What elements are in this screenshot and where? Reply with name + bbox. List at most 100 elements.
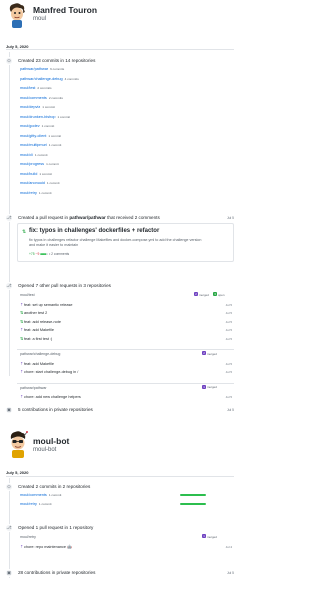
commit-repo-row: moul/progress 1 commit [20,162,59,166]
repo-link[interactable]: moul/multipmuri [20,143,47,147]
pr-list-item[interactable]: ⇅another test 2 [20,310,47,315]
opened-event-title[interactable]: Opened 1 pull request in 1 repository [18,525,93,530]
profile-header: moul-bot moul-bot [0,430,240,460]
profile-name: moul-bot [33,436,70,446]
private-event-title: 5 contributions in private repositories [18,407,93,412]
merged-label: merged [199,292,209,297]
repo-link[interactable]: moul/cli [20,153,33,157]
pr-stats: +75 −9 ■■■■■ • 2 comments [29,252,69,256]
avatar[interactable] [6,430,30,458]
profile-login: moul-bot [33,447,57,453]
pr-comments: • 2 comments [49,252,70,256]
pull-request-icon: ⎇ [5,282,13,290]
pr-item-title[interactable]: chore: repo maintenance 🤖 [24,545,72,549]
commit-count[interactable]: 1 commit [48,134,61,138]
pr-list-item[interactable]: ⇅feat: add release-note [20,319,61,324]
repo-group-name[interactable]: moul/retry [20,535,36,539]
pr-item-time: Jul 5 [225,336,232,341]
repo-link[interactable]: moul/comments [20,493,47,497]
pr-title[interactable]: fix: typos in challenges' dockerfiles + … [29,228,159,234]
merged-label: merged [207,534,217,539]
pr-item-title[interactable]: chore: start challenge-debug in / [24,370,78,374]
opened-event-title[interactable]: Opened 7 other pull requests in 3 reposi… [18,283,111,288]
commit-count[interactable]: 1 commit [35,153,48,157]
repo-link[interactable]: moul/godev [20,124,40,128]
commit-count[interactable]: 1 commit [42,105,55,109]
commit-count[interactable]: 1 commit [39,191,52,195]
commit-icon: ⊙ [5,483,13,491]
pr-item-title[interactable]: another test 2 [24,311,47,315]
pr-list-item[interactable]: ⇡feat: add Makefile [20,327,54,332]
repo-link[interactable]: moul/progress [20,162,44,166]
repo-group-name[interactable]: pathwar/challenge-debug [20,352,60,356]
commit-count[interactable]: 1 commit [49,493,62,497]
pr-item-time: Jul 5 [225,370,232,374]
pr-list-item[interactable]: ⇅feat: a first test :) [20,336,52,341]
pr-event-repo-link[interactable]: pathwar/pathwar [69,215,106,220]
repo-link[interactable]: pathwar/challenge-debug [20,77,63,81]
repo-link[interactable]: moul/drunken-bishop [20,115,55,119]
pr-item-time: Jul 5 [225,319,232,324]
repo-link[interactable]: moul/test [20,86,35,90]
commit-count[interactable]: 1 commit [46,162,59,166]
open-label: open [218,292,225,297]
pr-item-title[interactable]: chore: add new challenge helpers [24,395,81,399]
pr-item-title[interactable]: feat: add Makefile [24,362,54,366]
commit-count[interactable]: 2 commits [37,86,51,90]
pr-item-time: Jul 5 [225,328,232,332]
commit-repo-row: moul/anonuuid 1 commit [20,181,59,185]
pr-list-item[interactable]: ⇡chore: add new challenge helpers [20,394,81,399]
pr-event-prefix: Created a pull request in [18,215,69,220]
repo-group-name[interactable]: pathwar/pathwar [20,386,47,390]
pr-list-item[interactable]: ⇡feat: add Makefile [20,361,54,366]
repo-link[interactable]: moul/depviz [20,105,40,109]
pr-item-time: Jul 5 [225,302,232,307]
private-repo-icon: ▣ [5,569,13,577]
pr-item-time: Jul 4 [225,545,232,549]
commit-bar [180,503,206,505]
commits-event-title[interactable]: Created 23 commits in 14 repositories [18,58,95,63]
pr-event-time: Jul 5 [227,216,234,220]
repo-link[interactable]: moul/comments [20,96,47,100]
pr-list-item[interactable]: ⇡chore: repo maintenance 🤖 [20,544,72,549]
commit-icon: ⊙ [5,57,13,65]
repo-link[interactable]: moul/retry [20,191,37,195]
commit-count[interactable]: 1 commit [39,502,52,506]
commit-repo-row: moul/retry 1 commit [20,191,51,195]
pr-item-title[interactable]: feat: set up semantic release [24,303,73,307]
divider [6,476,234,477]
repo-link[interactable]: moul/build [20,172,37,176]
commit-count[interactable]: 6 commits [50,67,64,71]
pull-request-icon: ⎇ [5,524,13,532]
repo-link[interactable]: moul/gitty-client [20,134,46,138]
open-count-badge: 3 [213,292,217,296]
commit-count[interactable]: 2 commits [49,96,63,100]
commit-count[interactable]: 1 commit [49,143,62,147]
repo-link[interactable]: moul/retry [20,502,37,506]
commit-count[interactable]: 1 commit [47,181,60,185]
pr-item-title[interactable]: feat: add release-note [24,320,61,324]
pr-additions: +75 [29,252,35,256]
commit-repo-row: moul/comments 2 commits [20,96,63,100]
repo-group-name[interactable]: moul/test [20,293,35,297]
pr-list-item[interactable]: ⇡feat: set up semantic release [20,302,73,307]
pr-event-title: Created a pull request in pathwar/pathwa… [18,215,160,220]
avatar[interactable] [6,2,28,28]
pr-item-title[interactable]: feat: a first test :) [24,337,52,341]
merged-count-badge: 1 [202,534,206,538]
commit-count[interactable]: 4 commits [65,77,79,81]
commit-count[interactable]: 1 commit [57,115,70,119]
commit-repo-row: moul/depviz 1 commit [20,105,55,109]
profile-header: Manfred Touron moul [0,0,240,30]
open-pr-icon: ⇅ [22,229,27,235]
pr-event-suffix: that received 2 comments [107,215,160,220]
commits-event-title[interactable]: Created 2 commits in 2 repositories [18,484,90,489]
pr-list-item[interactable]: ⇡chore: start challenge-debug in / [20,369,78,374]
commit-count[interactable]: 1 commit [42,124,55,128]
pr-item-title[interactable]: feat: add Makefile [24,328,54,332]
repo-link[interactable]: moul/anonuuid [20,181,45,185]
private-repo-icon: ▣ [5,406,13,414]
commit-count[interactable]: 1 commit [39,172,52,176]
repo-link[interactable]: pathwar/pathwar [20,67,48,71]
commit-repo-row: moul/gitty-client 1 commit [20,134,61,138]
